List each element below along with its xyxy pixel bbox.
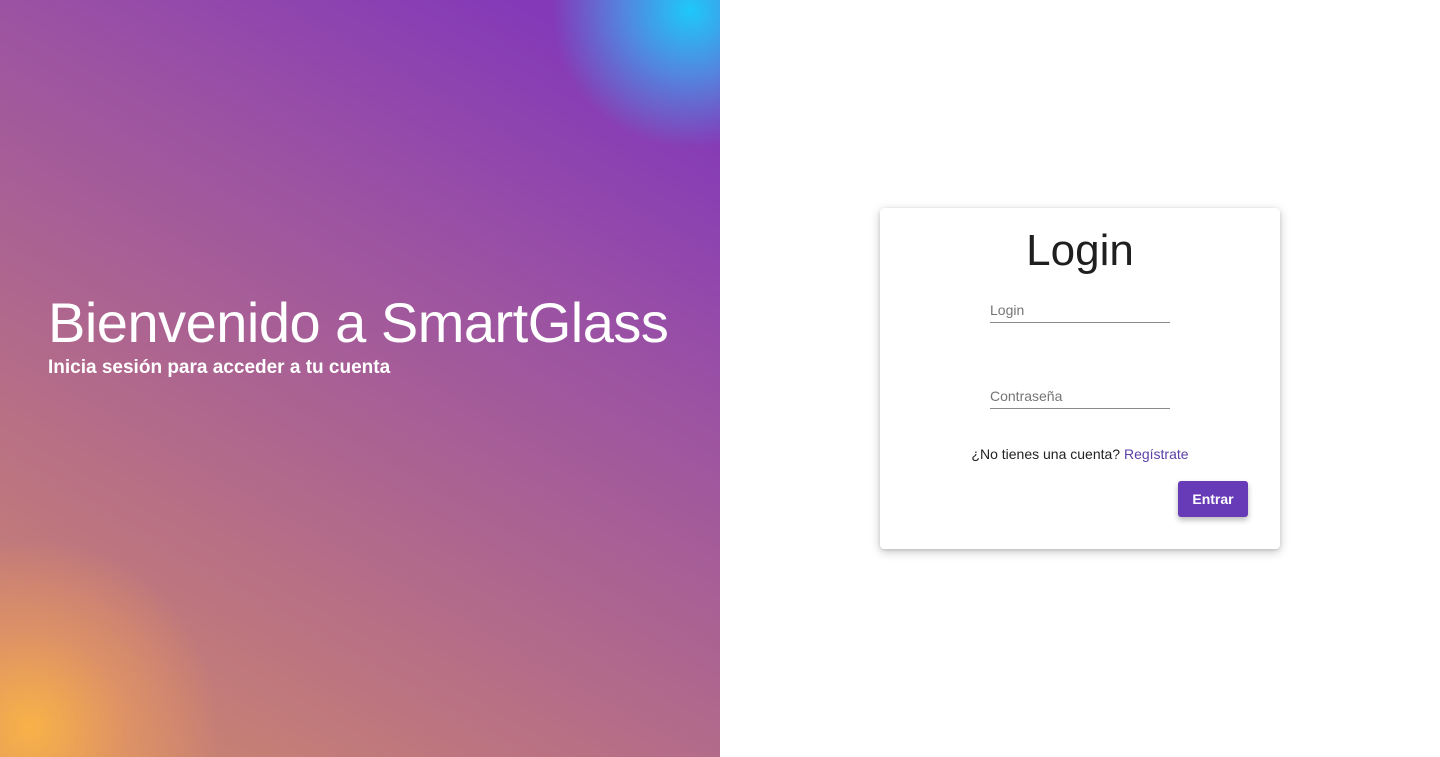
hero-subtitle: Inicia sesión para acceder a tu cuenta	[48, 357, 391, 378]
login-panel: Login ¿No tienes una cuenta? Regístrate …	[720, 0, 1440, 757]
login-card: Login ¿No tienes una cuenta? Regístrate …	[880, 208, 1280, 549]
login-title: Login	[1026, 226, 1134, 275]
password-field	[990, 386, 1170, 409]
register-link[interactable]: Regístrate	[1124, 446, 1189, 462]
welcome-hero: Bienvenido a SmartGlass Inicia sesión pa…	[0, 0, 720, 757]
register-prompt-text: ¿No tienes una cuenta?	[971, 446, 1121, 462]
login-input[interactable]	[990, 300, 1170, 320]
submit-button[interactable]: Entrar	[1178, 481, 1248, 517]
login-field	[990, 300, 1170, 323]
login-page: Bienvenido a SmartGlass Inicia sesión pa…	[0, 0, 1440, 757]
hero-text-block: Bienvenido a SmartGlass Inicia sesión pa…	[48, 290, 669, 380]
register-prompt-line: ¿No tienes una cuenta? Regístrate	[880, 446, 1280, 462]
hero-title: Bienvenido a SmartGlass	[48, 291, 669, 354]
password-input[interactable]	[990, 386, 1170, 406]
